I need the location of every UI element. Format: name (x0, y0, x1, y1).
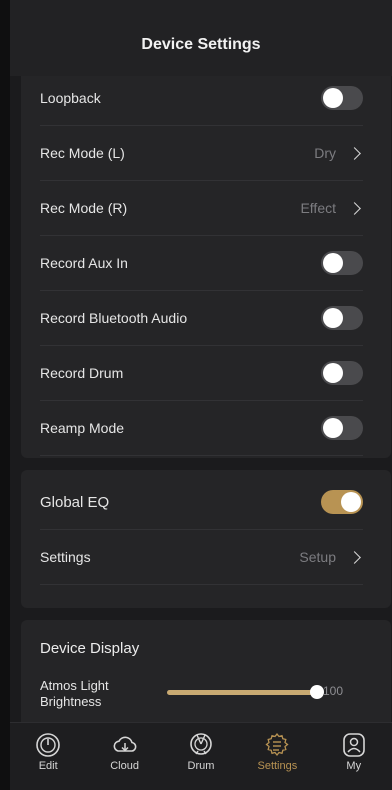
page-title: Device Settings (141, 36, 261, 53)
toggle-knob (323, 308, 343, 328)
reamp-mode-toggle[interactable] (321, 416, 363, 440)
tab-cloud[interactable]: Cloud (90, 731, 160, 772)
record-drum-label: Record Drum (40, 365, 124, 381)
bottom-tab-bar: Edit Cloud Drum Settings My (10, 722, 392, 790)
app-header: Device Settings (10, 0, 392, 76)
tab-my-label: My (346, 760, 362, 772)
rec-mode-right-value: Effect (300, 200, 336, 216)
record-aux-in-label: Record Aux In (40, 255, 128, 271)
left-edge-strip (0, 0, 10, 790)
chevron-right-icon (348, 146, 361, 160)
record-drum-toggle[interactable] (321, 361, 363, 385)
global-eq-label: Global EQ (40, 493, 110, 511)
global-eq-row: Global EQ (40, 475, 363, 530)
chevron-right-icon (348, 550, 361, 564)
tab-cloud-label: Cloud (110, 760, 139, 772)
edit-knob-icon (36, 733, 60, 757)
tab-settings-label: Settings (257, 760, 298, 772)
tab-edit[interactable]: Edit (13, 731, 83, 772)
tab-settings[interactable]: Settings (242, 731, 312, 772)
record-bluetooth-audio-toggle[interactable] (321, 306, 363, 330)
device-display-card: Device Display Atmos Light Brightness 10… (21, 620, 391, 722)
record-bluetooth-audio-row: Record Bluetooth Audio (40, 291, 363, 346)
rec-mode-right-row[interactable]: Rec Mode (R) Effect (40, 181, 363, 236)
brightness-label: Atmos Light Brightness (40, 678, 109, 709)
global-eq-card: Global EQ Settings Setup (21, 470, 391, 608)
eq-settings-label: Settings (40, 549, 91, 565)
eq-settings-row[interactable]: Settings Setup (40, 530, 363, 585)
chevron-right-icon (348, 201, 361, 215)
drum-icon (190, 733, 212, 755)
toggle-knob (323, 418, 343, 438)
loopback-row: Loopback (40, 76, 363, 126)
brightness-slider-fill (167, 690, 317, 695)
settings-scroll-area[interactable]: Loopback Rec Mode (L) Dry Rec Mode (R) E… (10, 76, 392, 722)
rec-mode-right-label: Rec Mode (R) (40, 200, 128, 216)
toggle-knob (341, 492, 361, 512)
tab-my[interactable]: My (319, 731, 389, 772)
global-eq-toggle[interactable] (321, 490, 363, 514)
brightness-slider-thumb[interactable] (310, 685, 324, 699)
rec-mode-left-value: Dry (314, 145, 336, 161)
toggle-knob (323, 253, 343, 273)
record-aux-in-row: Record Aux In (40, 236, 363, 291)
tab-drum[interactable]: Drum (166, 731, 236, 772)
brightness-value: 100 (323, 684, 344, 698)
loopback-toggle[interactable] (321, 86, 363, 110)
toggle-knob (323, 88, 343, 108)
tab-drum-label: Drum (187, 760, 215, 772)
rec-mode-left-label: Rec Mode (L) (40, 145, 125, 161)
profile-icon (342, 733, 365, 757)
record-aux-in-toggle[interactable] (321, 251, 363, 275)
device-display-title: Device Display (40, 640, 140, 657)
eq-settings-value: Setup (299, 549, 336, 565)
recording-settings-card: Loopback Rec Mode (L) Dry Rec Mode (R) E… (21, 76, 391, 458)
record-drum-row: Record Drum (40, 346, 363, 401)
loopback-label: Loopback (40, 90, 101, 106)
settings-gear-icon (265, 732, 289, 757)
tab-edit-label: Edit (38, 760, 58, 772)
record-bluetooth-audio-label: Record Bluetooth Audio (40, 310, 188, 326)
toggle-knob (323, 363, 343, 383)
rec-mode-left-row[interactable]: Rec Mode (L) Dry (40, 126, 363, 181)
reamp-mode-row: Reamp Mode (40, 401, 363, 456)
cloud-download-icon (113, 736, 137, 752)
reamp-mode-label: Reamp Mode (40, 420, 125, 436)
brightness-slider[interactable] (167, 685, 324, 699)
